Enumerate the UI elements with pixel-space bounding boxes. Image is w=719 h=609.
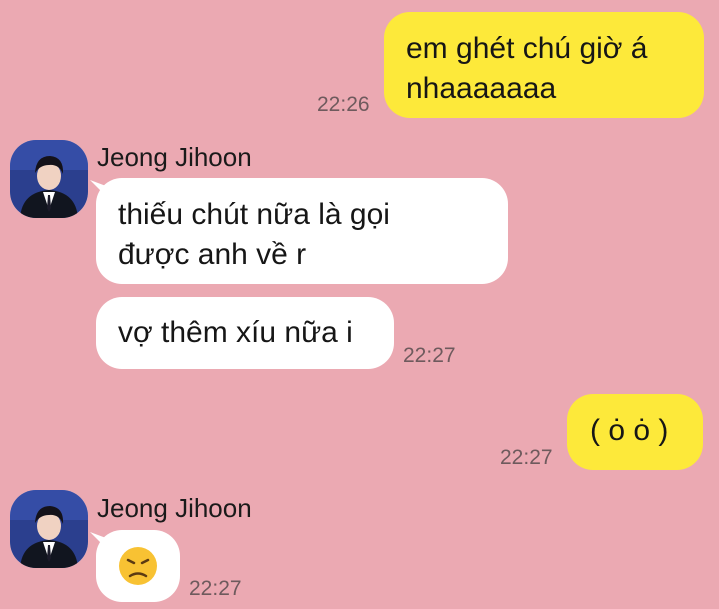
received-message-bubble[interactable]: vợ thêm xíu nữa i [96, 297, 394, 369]
avatar[interactable] [10, 140, 88, 218]
sent-message-bubble[interactable]: em ghét chú giờ á nhaaaaaaa [384, 12, 704, 118]
sender-name: Jeong Jihoon [97, 142, 252, 172]
received-message-bubble[interactable] [96, 530, 180, 602]
avatar-photo-icon [10, 490, 88, 568]
avatar[interactable] [10, 490, 88, 568]
message-timestamp: 22:27 [500, 446, 553, 469]
received-message-bubble[interactable]: thiếu chút nữa là gọi được anh về r [96, 178, 508, 284]
message-timestamp: 22:27 [403, 344, 456, 367]
sender-name: Jeong Jihoon [97, 493, 252, 523]
message-timestamp: 22:26 [317, 93, 370, 116]
sent-message-bubble[interactable]: ( ȯ ȯ ) [567, 394, 703, 470]
message-timestamp: 22:27 [189, 577, 242, 600]
avatar-photo-icon [10, 140, 88, 218]
disappointed-face-icon [119, 547, 157, 585]
